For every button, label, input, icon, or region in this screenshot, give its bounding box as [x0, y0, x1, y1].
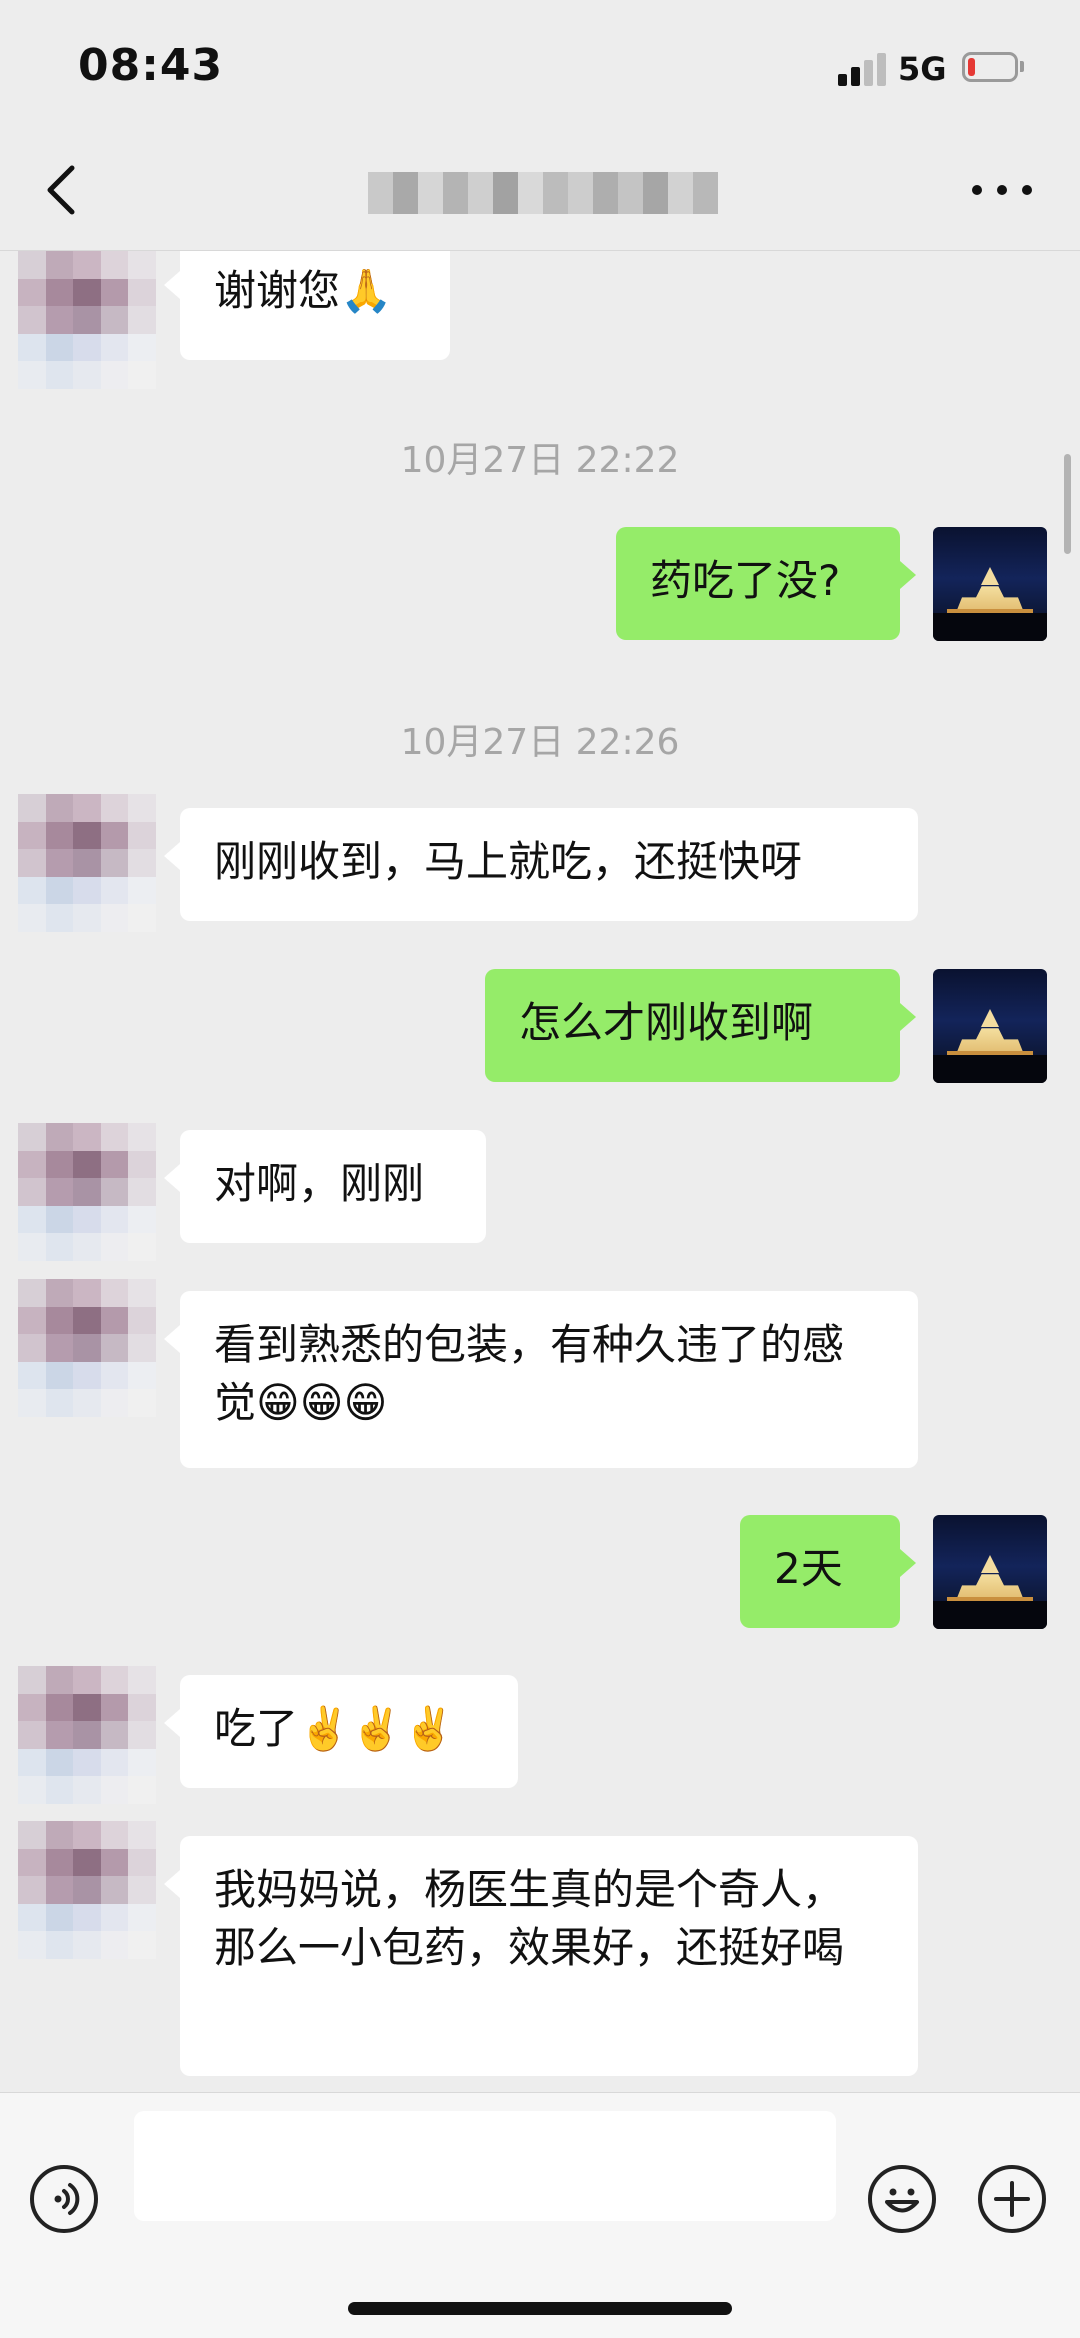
contact-avatar[interactable]: [18, 1123, 156, 1261]
voice-icon[interactable]: [30, 2165, 98, 2233]
battery-icon: [962, 52, 1018, 82]
network-type: 5G: [898, 50, 947, 88]
message-timestamp: 10月27日 22:22: [400, 440, 680, 481]
contact-avatar[interactable]: [18, 1666, 156, 1804]
self-avatar[interactable]: [933, 1515, 1047, 1629]
message-input[interactable]: [134, 2111, 836, 2221]
self-avatar[interactable]: [933, 969, 1047, 1083]
message-bubble-incoming[interactable]: 刚刚收到，马上就吃，还挺快呀: [164, 808, 918, 921]
chevron-left-icon[interactable]: [38, 160, 88, 220]
chat-title-redacted: [368, 172, 718, 214]
chat-input-bar: [0, 2092, 1080, 2338]
battery-cap: [1020, 61, 1024, 72]
emoji-icon[interactable]: [868, 2165, 936, 2233]
home-indicator[interactable]: [348, 2302, 732, 2315]
message-timestamp: 10月27日 22:26: [400, 722, 680, 763]
message-list[interactable]: 谢谢您🙏 10月27日 22:22 药吃了没? 10月27日 22:26 刚刚收…: [0, 251, 1080, 2091]
scrollbar[interactable]: [1064, 454, 1071, 554]
contact-avatar[interactable]: [18, 251, 156, 389]
contact-avatar[interactable]: [18, 1821, 156, 1959]
message-bubble-outgoing[interactable]: 怎么才刚收到啊: [485, 969, 916, 1082]
message-bubble-incoming[interactable]: 看到熟悉的包装，有种久违了的感觉😁😁😁: [164, 1291, 918, 1468]
message-bubble-outgoing[interactable]: 药吃了没?: [616, 527, 916, 640]
message-bubble-incoming[interactable]: 谢谢您🙏: [164, 251, 450, 360]
status-bar: 08:43 5G: [0, 0, 1080, 130]
status-time: 08:43: [78, 40, 224, 91]
contact-avatar[interactable]: [18, 1279, 156, 1417]
message-bubble-outgoing[interactable]: 2天: [740, 1515, 916, 1628]
contact-avatar[interactable]: [18, 794, 156, 932]
signal-strength-icon: [838, 52, 888, 86]
plus-icon[interactable]: [978, 2165, 1046, 2233]
message-bubble-incoming[interactable]: 对啊，刚刚: [164, 1130, 486, 1243]
self-avatar[interactable]: [933, 527, 1047, 641]
more-dots-icon[interactable]: [972, 170, 1032, 210]
chat-header: [0, 130, 1080, 251]
message-bubble-incoming[interactable]: 吃了✌️✌️✌️: [164, 1675, 518, 1788]
message-bubble-incoming[interactable]: 我妈妈说，杨医生真的是个奇人，那么一小包药，效果好，还挺好喝: [164, 1836, 918, 2076]
